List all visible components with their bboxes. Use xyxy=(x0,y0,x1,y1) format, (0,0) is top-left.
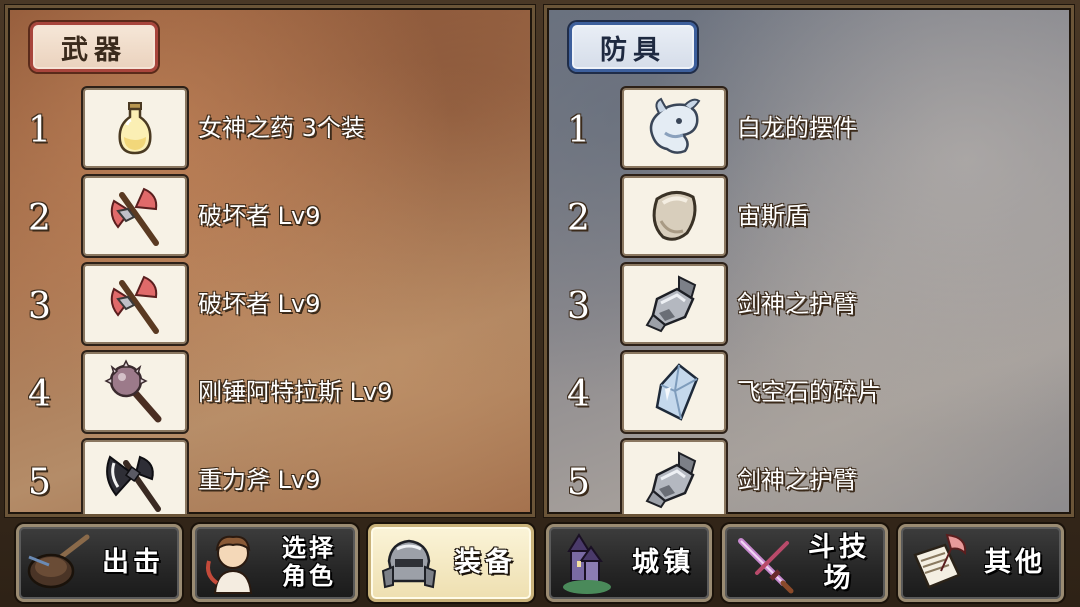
nav-select-character-button[interactable]: 选择 角色 xyxy=(192,524,358,602)
slot-number: 5 xyxy=(28,462,51,503)
slot-number: 5 xyxy=(567,462,590,503)
armor-slot-2[interactable]: 2 宙斯盾 xyxy=(547,176,1071,256)
item-icon-frame[interactable] xyxy=(622,440,726,514)
nav-label: 其他 xyxy=(984,547,1046,579)
armor-slot-5[interactable]: 5 剑神之护臂 xyxy=(547,440,1071,514)
red-axe-icon xyxy=(110,187,159,246)
item-name: 剑神之护臂 xyxy=(737,466,857,494)
item-icon-frame[interactable] xyxy=(83,88,187,168)
white-dragon-icon xyxy=(649,97,701,154)
nav-sortie-button[interactable]: 出击 xyxy=(16,524,182,602)
slot-number: 3 xyxy=(28,286,51,327)
item-icon-frame[interactable] xyxy=(622,264,726,344)
weapon-slot-4[interactable]: 4 刚锤阿特拉斯 Lv9 xyxy=(8,352,532,432)
gauntlet-icon xyxy=(645,275,697,333)
frying-pan-icon xyxy=(27,534,90,589)
nav-label: 选择 角色 xyxy=(282,534,336,590)
scroll-feather-icon xyxy=(913,533,967,589)
slot-number: 1 xyxy=(567,110,590,151)
armor-panel: 防具 1 白龙的摆件 2 宙斯盾 3 剑神之护臂 4 飞空石的碎片 5 剑神之护… xyxy=(544,5,1074,517)
nav-other-button[interactable]: 其他 xyxy=(898,524,1064,602)
nav-label: 装备 xyxy=(454,547,516,579)
slot-number: 4 xyxy=(567,374,590,415)
tab-armor[interactable]: 防具 xyxy=(569,22,697,72)
tab-weapon[interactable]: 武器 xyxy=(30,22,158,72)
nav-label: 城镇 xyxy=(632,547,694,579)
item-icon-frame[interactable] xyxy=(83,352,187,432)
potion-bottle-icon xyxy=(118,102,152,155)
gauntlet-icon xyxy=(645,451,697,509)
item-name: 刚锤阿特拉斯 Lv9 xyxy=(198,378,393,406)
item-name: 破坏者 Lv9 xyxy=(198,202,321,230)
nav-arena-button[interactable]: 斗技场 xyxy=(722,524,888,602)
nav-equipment-button[interactable]: 装备 xyxy=(368,524,534,602)
item-icon-frame[interactable] xyxy=(83,264,187,344)
nav-town-button[interactable]: 城镇 xyxy=(546,524,712,602)
bottom-nav: 出击 选择 角色 装备 城镇 斗技场 其他 xyxy=(0,519,1080,607)
item-icon-frame[interactable] xyxy=(622,176,726,256)
item-name: 剑神之护臂 xyxy=(737,290,857,318)
slot-number: 1 xyxy=(28,110,51,151)
castle-town-icon xyxy=(563,533,611,594)
red-axe-icon xyxy=(110,275,159,334)
item-icon-frame[interactable] xyxy=(83,440,187,514)
item-name: 宙斯盾 xyxy=(737,202,809,230)
character-portrait-icon xyxy=(206,535,253,594)
slot-number: 3 xyxy=(567,286,590,327)
shield-icon xyxy=(652,191,697,241)
weapon-slot-1[interactable]: 1 女神之药 3个装 xyxy=(8,88,532,168)
nav-label: 斗技场 xyxy=(808,531,870,594)
spiked-mace-icon xyxy=(104,359,162,423)
nav-label: 出击 xyxy=(102,547,164,579)
armor-slot-4[interactable]: 4 飞空石的碎片 xyxy=(547,352,1071,432)
weapon-slot-2[interactable]: 2 破坏者 Lv9 xyxy=(8,176,532,256)
weapon-slot-3[interactable]: 3 破坏者 Lv9 xyxy=(8,264,532,344)
crystal-shard-icon xyxy=(655,363,699,421)
armor-slot-1[interactable]: 1 白龙的摆件 xyxy=(547,88,1071,168)
item-icon-frame[interactable] xyxy=(622,352,726,432)
item-name: 破坏者 Lv9 xyxy=(198,290,321,318)
weapon-slot-5[interactable]: 5 重力斧 Lv9 xyxy=(8,440,532,514)
item-name: 重力斧 Lv9 xyxy=(198,466,321,494)
armor-helmet-icon xyxy=(381,539,437,589)
black-axe-icon xyxy=(106,455,161,512)
item-icon-frame[interactable] xyxy=(83,176,187,256)
slot-number: 2 xyxy=(28,198,51,239)
item-name: 白龙的摆件 xyxy=(737,114,857,142)
armor-slot-3[interactable]: 3 剑神之护臂 xyxy=(547,264,1071,344)
item-icon-frame[interactable] xyxy=(622,88,726,168)
slot-number: 4 xyxy=(28,374,51,415)
crossed-swords-icon xyxy=(738,538,794,594)
slot-number: 2 xyxy=(567,198,590,239)
game-screen: 武器 1 女神之药 3个装 2 破坏者 Lv9 3 破坏者 Lv9 4 刚锤阿特… xyxy=(0,0,1080,607)
item-name: 飞空石的碎片 xyxy=(737,378,881,406)
item-name: 女神之药 3个装 xyxy=(198,114,365,142)
weapon-panel: 武器 1 女神之药 3个装 2 破坏者 Lv9 3 破坏者 Lv9 4 刚锤阿特… xyxy=(5,5,535,517)
